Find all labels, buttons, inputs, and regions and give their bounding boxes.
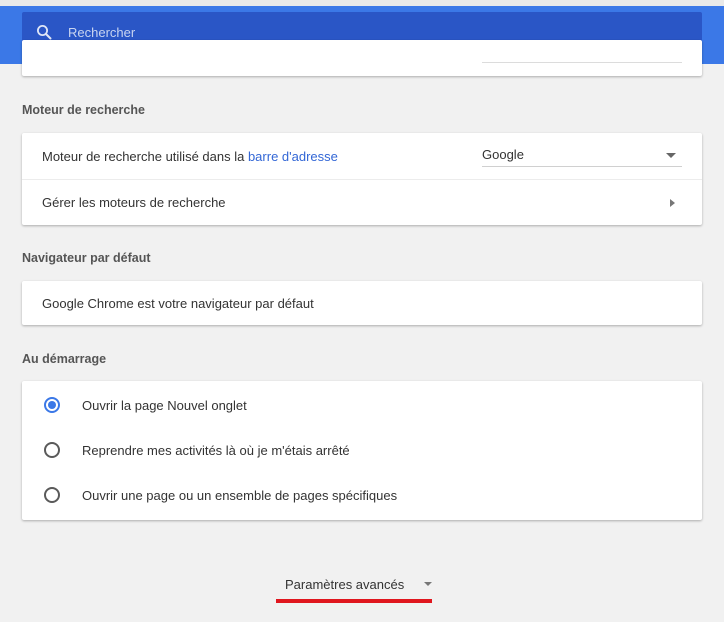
default-browser-card: Google Chrome est votre navigateur par d… (22, 281, 702, 325)
search-engine-section-title: Moteur de recherche (22, 103, 145, 117)
search-engine-select-value: Google (482, 147, 524, 162)
chevron-down-icon (424, 582, 432, 586)
default-browser-status: Google Chrome est votre navigateur par d… (42, 295, 314, 311)
search-engine-row: Moteur de recherche utilisé dans la barr… (22, 133, 702, 179)
search-engine-label-text: Moteur de recherche utilisé dans la (42, 148, 248, 164)
startup-option-label: Reprendre mes activités là où je m'étais… (82, 443, 350, 458)
manage-search-engines-label: Gérer les moteurs de recherche (42, 195, 226, 210)
chevron-down-icon (666, 153, 676, 158)
address-bar-link[interactable]: barre d'adresse (248, 149, 338, 164)
search-engine-card: Moteur de recherche utilisé dans la barr… (22, 133, 702, 225)
partial-settings-card (22, 40, 702, 76)
search-icon (37, 25, 52, 40)
header-top-strip (0, 0, 724, 6)
radio-button-checked[interactable] (44, 397, 60, 413)
search-engine-label: Moteur de recherche utilisé dans la barr… (42, 149, 338, 164)
startup-option-label: Ouvrir une page ou un ensemble de pages … (82, 488, 398, 503)
startup-card: Ouvrir la page Nouvel onglet Reprendre m… (22, 381, 702, 520)
radio-button[interactable] (44, 442, 60, 458)
highlight-underline (276, 599, 432, 603)
radio-button[interactable] (44, 487, 60, 503)
default-browser-row: Google Chrome est votre navigateur par d… (22, 281, 702, 325)
advanced-settings-button[interactable]: Paramètres avancés (276, 574, 432, 598)
startup-option-label: Ouvrir la page Nouvel onglet (82, 398, 247, 413)
chevron-right-icon (670, 199, 675, 207)
manage-search-engines-row[interactable]: Gérer les moteurs de recherche (22, 179, 702, 225)
default-browser-section-title: Navigateur par défaut (22, 251, 151, 265)
search-engine-select[interactable]: Google (482, 145, 682, 167)
advanced-settings-label: Paramètres avancés (285, 577, 405, 592)
partial-field-underline (482, 62, 682, 63)
startup-section-title: Au démarrage (22, 352, 107, 366)
